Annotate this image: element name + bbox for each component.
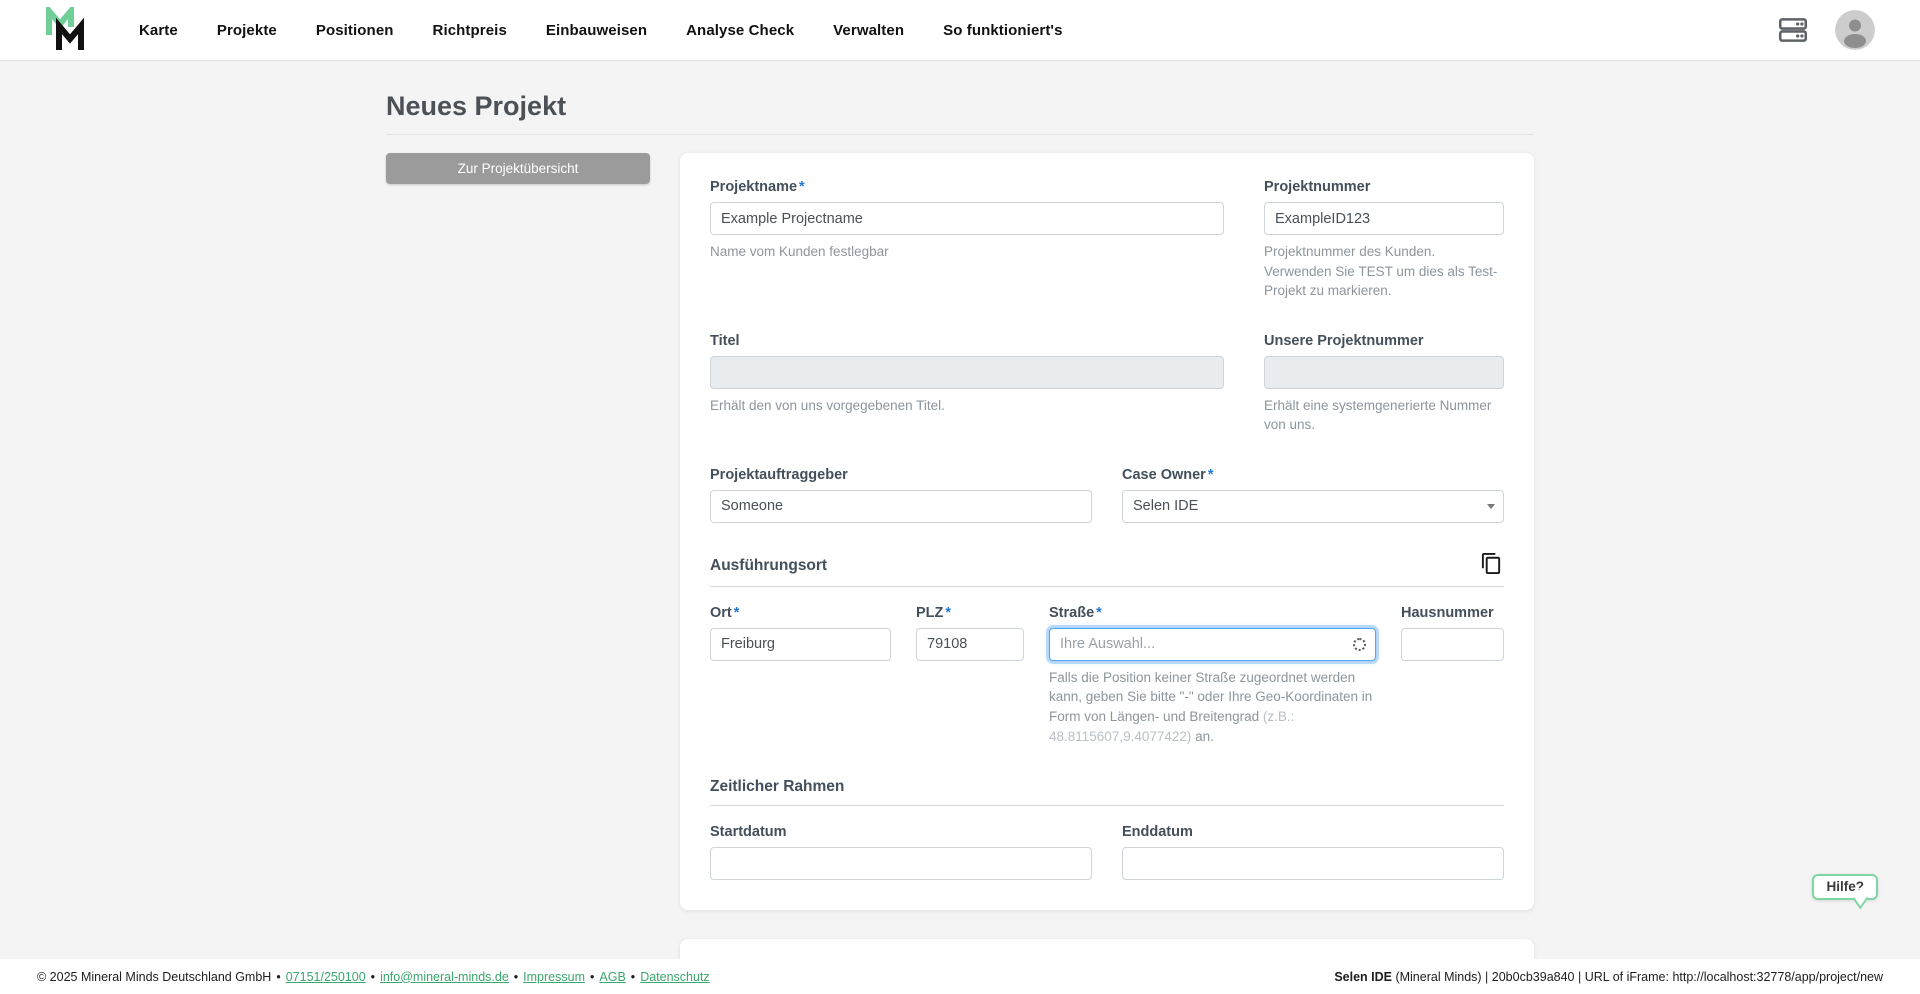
title-divider	[386, 134, 1534, 135]
field-strasse: Straße* Falls die Position keiner Straße…	[1049, 605, 1376, 746]
nav-item-analyse-check[interactable]: Analyse Check	[686, 22, 794, 39]
projektnummer-helper: Projektnummer des Kunden. Verwenden Sie …	[1264, 242, 1504, 301]
user-avatar-icon[interactable]	[1835, 10, 1875, 50]
nav-item-positionen[interactable]: Positionen	[316, 22, 394, 39]
footer: © 2025 Mineral Minds Deutschland GmbH•07…	[0, 959, 1920, 994]
field-ort: Ort*	[710, 605, 891, 746]
required-asterisk: *	[945, 605, 951, 621]
ort-input[interactable]	[710, 628, 891, 661]
footer-left: © 2025 Mineral Minds Deutschland GmbH•07…	[37, 970, 710, 984]
field-plz: PLZ*	[916, 605, 1024, 746]
main-nav: Karte Projekte Positionen Richtpreis Ein…	[139, 22, 1063, 39]
section-title-ausfuehrungsort: Ausführungsort	[710, 557, 827, 575]
required-asterisk: *	[734, 605, 740, 621]
plz-input[interactable]	[916, 628, 1024, 661]
projektname-label: Projektname*	[710, 179, 1224, 195]
projektnummer-input[interactable]	[1264, 202, 1504, 235]
unsere-projektnummer-label: Unsere Projektnummer	[1264, 333, 1504, 349]
phone-link[interactable]: 07151/250100	[286, 970, 366, 984]
nav-item-projekte[interactable]: Projekte	[217, 22, 277, 39]
copyright-text: © 2025 Mineral Minds Deutschland GmbH	[37, 970, 271, 984]
section-title-zeitlicher-rahmen: Zeitlicher Rahmen	[710, 778, 844, 796]
titel-input	[710, 356, 1224, 389]
projektauftraggeber-input[interactable]	[710, 490, 1092, 523]
enddatum-input[interactable]	[1122, 847, 1504, 880]
ort-label: Ort*	[710, 605, 891, 621]
projektname-input[interactable]	[710, 202, 1224, 235]
projektname-helper: Name vom Kunden festlegbar	[710, 242, 1224, 262]
case-owner-value[interactable]	[1122, 490, 1504, 523]
email-link[interactable]: info@mineral-minds.de	[380, 970, 509, 984]
agb-link[interactable]: AGB	[599, 970, 625, 984]
case-owner-label: Case Owner*	[1122, 467, 1504, 483]
strasse-label: Straße*	[1049, 605, 1376, 621]
unsere-projektnummer-helper: Erhält eine systemgenerierte Nummer von …	[1264, 396, 1504, 435]
mineral-minds-logo-icon[interactable]	[45, 7, 89, 53]
footer-session-info: (Mineral Minds) | 20b0cb39a840 | URL of …	[1392, 970, 1883, 984]
startdatum-input[interactable]	[710, 847, 1092, 880]
footer-user-name: Selen IDE	[1334, 970, 1392, 984]
nav-item-einbauweisen[interactable]: Einbauweisen	[546, 22, 647, 39]
copy-icon[interactable]	[1478, 551, 1504, 577]
required-asterisk: *	[1208, 467, 1214, 483]
projektauftraggeber-label: Projektauftraggeber	[710, 467, 1092, 483]
unsere-projektnummer-input	[1264, 356, 1504, 389]
topbar-right-icons	[1775, 10, 1875, 50]
nav-item-so-funktionierts[interactable]: So funktioniert's	[943, 22, 1062, 39]
impressum-link[interactable]: Impressum	[523, 970, 585, 984]
nav-item-verwalten[interactable]: Verwalten	[833, 22, 904, 39]
enddatum-label: Enddatum	[1122, 824, 1504, 840]
loading-spinner-icon	[1353, 638, 1366, 651]
required-asterisk: *	[1096, 605, 1102, 621]
field-titel: Titel Erhält den von uns vorgegebenen Ti…	[710, 333, 1224, 435]
startdatum-label: Startdatum	[710, 824, 1092, 840]
titel-label: Titel	[710, 333, 1224, 349]
datenschutz-link[interactable]: Datenschutz	[640, 970, 709, 984]
hausnummer-input[interactable]	[1401, 628, 1504, 661]
field-startdatum: Startdatum	[710, 824, 1092, 880]
field-hausnummer: Hausnummer	[1401, 605, 1504, 746]
page-title: Neues Projekt	[386, 91, 1534, 134]
project-form-card: Projektname* Name vom Kunden festlegbar …	[680, 153, 1534, 910]
field-projektnummer: Projektnummer Projektnummer des Kunden. …	[1264, 179, 1504, 301]
nav-item-richtpreis[interactable]: Richtpreis	[433, 22, 507, 39]
hausnummer-label: Hausnummer	[1401, 605, 1504, 621]
projektnummer-label: Projektnummer	[1264, 179, 1504, 195]
top-navigation-bar: Karte Projekte Positionen Richtpreis Ein…	[0, 0, 1920, 61]
plz-label: PLZ*	[916, 605, 1024, 621]
strasse-helper: Falls die Position keiner Straße zugeord…	[1049, 668, 1376, 746]
field-projektauftraggeber: Projektauftraggeber	[710, 467, 1092, 523]
field-unsere-projektnummer: Unsere Projektnummer Erhält eine systemg…	[1264, 333, 1504, 435]
required-asterisk: *	[799, 179, 805, 195]
titel-helper: Erhält den von uns vorgegebenen Titel.	[710, 396, 1224, 416]
project-overview-button[interactable]: Zur Projektübersicht	[386, 153, 650, 184]
field-projektname: Projektname* Name vom Kunden festlegbar	[710, 179, 1224, 301]
field-case-owner: Case Owner*	[1122, 467, 1504, 523]
page-body: Neues Projekt Zur Projektübersicht Proje…	[0, 61, 1920, 959]
nav-item-karte[interactable]: Karte	[139, 22, 178, 39]
case-owner-select[interactable]	[1122, 490, 1504, 523]
strasse-input[interactable]	[1049, 628, 1376, 661]
section-divider	[710, 586, 1504, 587]
field-enddatum: Enddatum	[1122, 824, 1504, 880]
dns-server-icon[interactable]	[1775, 12, 1811, 48]
section-divider	[710, 805, 1504, 806]
help-button[interactable]: Hilfe?	[1812, 874, 1878, 900]
footer-right: Selen IDE (Mineral Minds) | 20b0cb39a840…	[1334, 970, 1883, 984]
